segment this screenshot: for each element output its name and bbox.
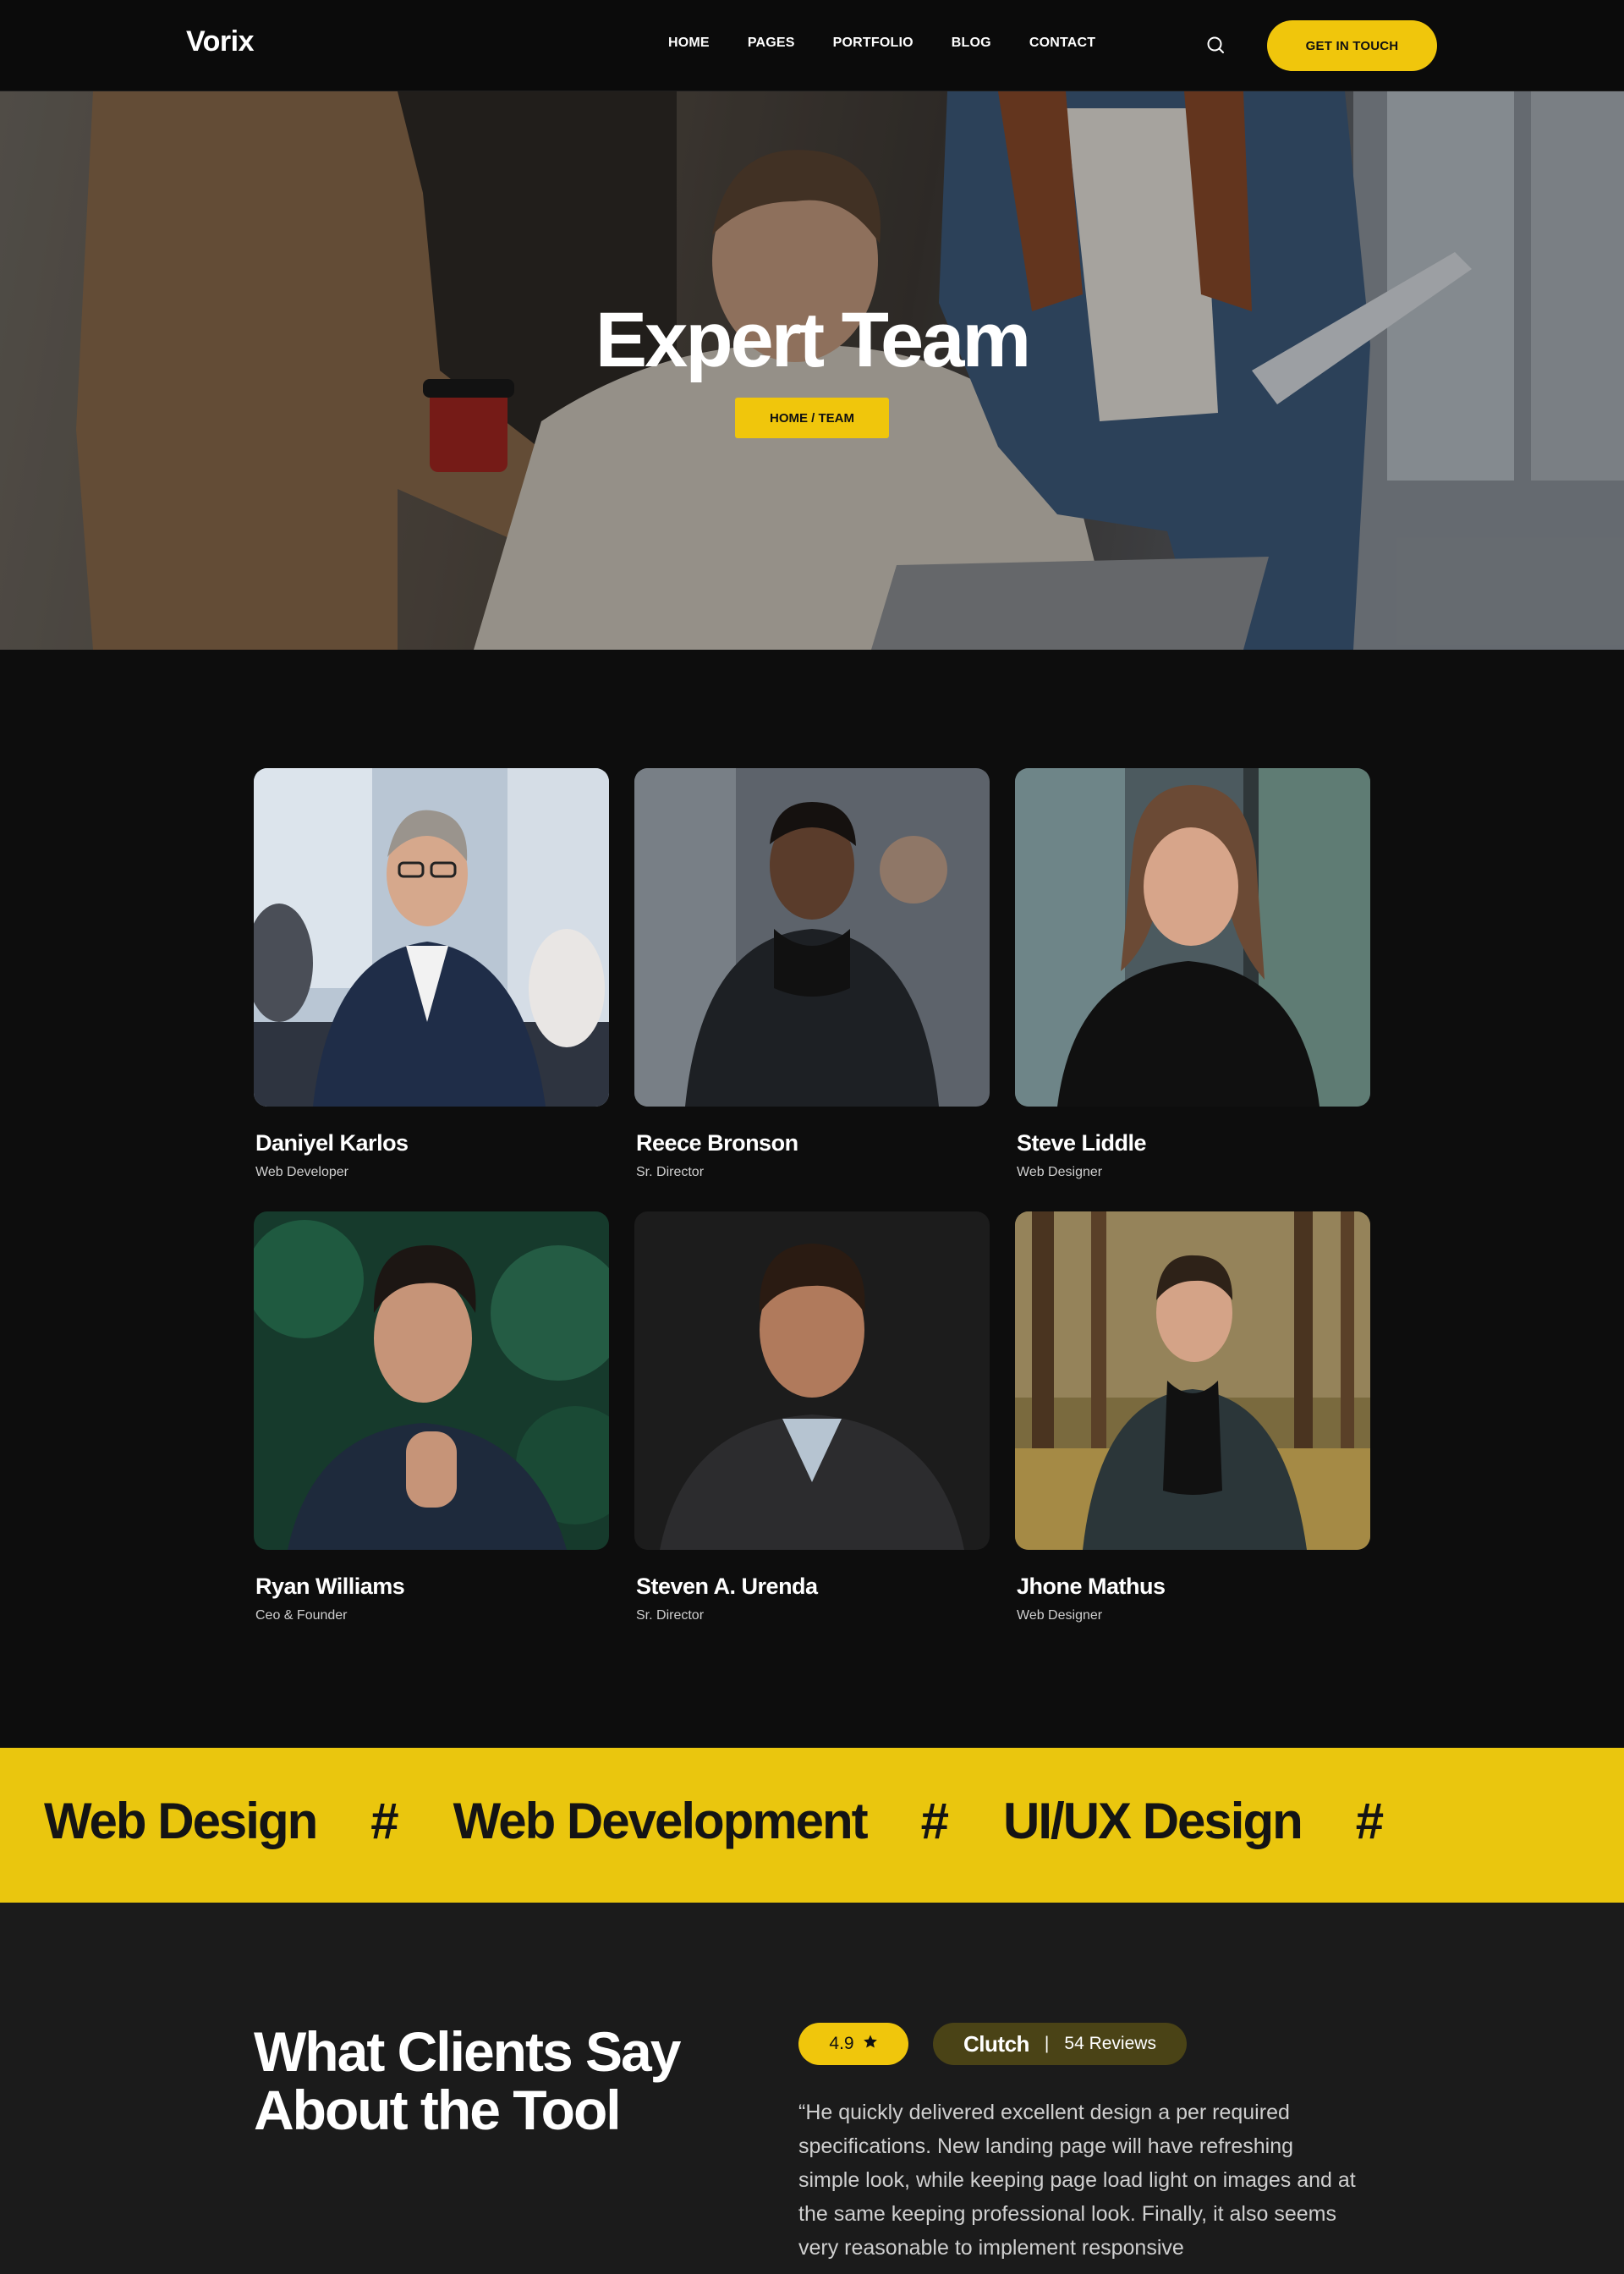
marquee-item: Web Design [44, 1793, 318, 1849]
section-title: What Clients Say About the Tool [254, 2020, 681, 2142]
rating-badge: 4.9 [798, 2023, 908, 2065]
nav-blog[interactable]: BLOG [952, 36, 991, 51]
marquee-separator: # [370, 1793, 399, 1849]
team-member-photo [1015, 768, 1370, 1107]
main-nav: HOME PAGES PORTFOLIO BLOG CONTACT [668, 36, 1133, 51]
site-header: Vorix HOME PAGES PORTFOLIO BLOG CONTACT … [0, 0, 1624, 91]
get-in-touch-button[interactable]: GET IN TOUCH [1267, 20, 1437, 71]
team-member-role: Ceo & Founder [255, 1608, 348, 1623]
star-icon [863, 2034, 878, 2054]
team-card[interactable]: Ryan Williams Ceo & Founder [254, 1211, 609, 1623]
team-member-photo [634, 768, 990, 1107]
marquee-separator: # [920, 1793, 950, 1849]
team-member-photo [254, 768, 609, 1107]
team-member-role: Web Developer [255, 1165, 348, 1179]
team-card[interactable]: Jhone Mathus Web Designer [1015, 1211, 1370, 1623]
nav-pages[interactable]: PAGES [748, 36, 795, 51]
team-member-name[interactable]: Ryan Williams [254, 1574, 609, 1600]
logo[interactable]: Vorix [186, 25, 255, 58]
testimonials-section: What Clients Say About the Tool 4.9 Clut… [0, 1903, 1624, 2274]
hero-banner: Expert Team HOME / TEAM [0, 91, 1624, 650]
nav-contact[interactable]: CONTACT [1029, 36, 1095, 51]
team-section: Daniyel Karlos Web Developer Reece Brons… [0, 650, 1624, 1748]
team-member-name[interactable]: Daniyel Karlos [254, 1130, 609, 1156]
team-member-role: Web Designer [1017, 1165, 1103, 1179]
team-member-role: Web Designer [1017, 1608, 1103, 1623]
team-member-name[interactable]: Steven A. Urenda [634, 1574, 990, 1600]
services-marquee: Web Design # Web Development # UI/UX Des… [0, 1748, 1624, 1903]
marquee-separator: # [1355, 1793, 1385, 1849]
team-member-role: Sr. Director [636, 1608, 705, 1623]
nav-portfolio[interactable]: PORTFOLIO [833, 36, 914, 51]
team-member-role: Sr. Director [636, 1165, 705, 1179]
marquee-item: Web Development [453, 1793, 869, 1849]
team-member-photo [1015, 1211, 1370, 1550]
team-card[interactable]: Daniyel Karlos Web Developer [254, 768, 609, 1180]
search-icon[interactable] [1204, 34, 1228, 58]
team-card[interactable]: Steve Liddle Web Designer [1015, 768, 1370, 1180]
nav-home[interactable]: HOME [668, 36, 710, 51]
team-card[interactable]: Steven A. Urenda Sr. Director [634, 1211, 990, 1623]
team-member-name[interactable]: Steve Liddle [1015, 1130, 1370, 1156]
clutch-divider: | [1044, 2034, 1050, 2053]
page-title: Expert Team [595, 297, 1031, 383]
rating-value: 4.9 [829, 2034, 854, 2053]
clutch-logo: Clutch [963, 2030, 1029, 2057]
marquee-row: Web Design # Web Development # UI/UX Des… [44, 1792, 1438, 1850]
team-member-name[interactable]: Reece Bronson [634, 1130, 990, 1156]
team-member-photo [634, 1211, 990, 1550]
review-count: 54 Reviews [1064, 2034, 1156, 2053]
marquee-item: UI/UX Design [1003, 1793, 1303, 1849]
clutch-badge[interactable]: Clutch | 54 Reviews [933, 2023, 1187, 2065]
testimonial-quote: “He quickly delivered excellent design a… [798, 2101, 1356, 2260]
team-card[interactable]: Reece Bronson Sr. Director [634, 768, 990, 1180]
team-member-name[interactable]: Jhone Mathus [1015, 1574, 1370, 1600]
breadcrumb[interactable]: HOME / TEAM [735, 398, 889, 438]
team-member-photo [254, 1211, 609, 1550]
